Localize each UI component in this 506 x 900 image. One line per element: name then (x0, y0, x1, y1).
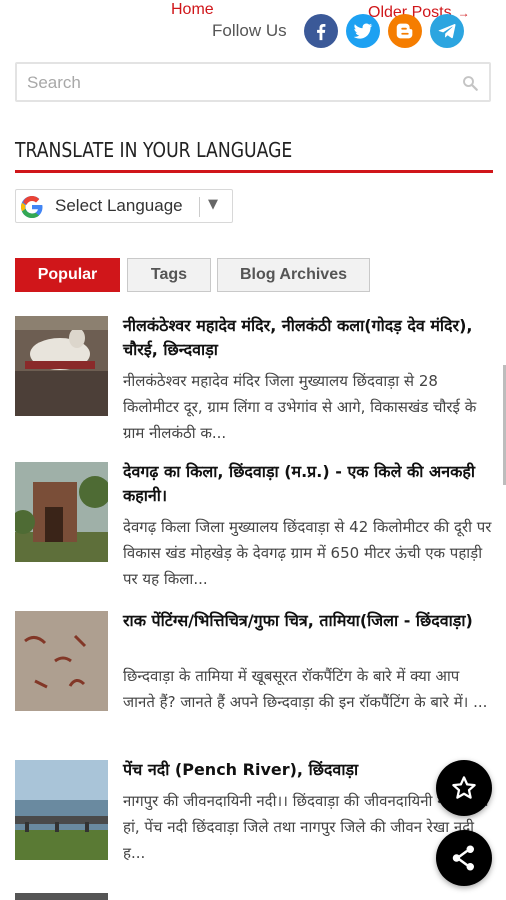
post-thumbnail[interactable] (15, 316, 108, 416)
facebook-icon[interactable] (304, 14, 338, 48)
tab-tags[interactable]: Tags (127, 258, 211, 292)
follow-us-label: Follow Us (212, 21, 287, 40)
select-language-label: Select Language (55, 196, 183, 215)
title-divider (15, 170, 493, 173)
tab-blog-archives[interactable]: Blog Archives (217, 258, 370, 292)
post-thumbnail[interactable] (15, 893, 108, 900)
share-button[interactable] (436, 830, 492, 886)
star-icon (452, 776, 476, 799)
post-thumbnail[interactable] (15, 611, 108, 711)
top-navigation: Home Older Posts → (0, 0, 506, 22)
post-thumbnail[interactable] (15, 462, 108, 562)
language-select[interactable]: Select Language ▼ (15, 189, 233, 223)
google-icon (21, 196, 43, 218)
chevron-down-icon: ▼ (208, 197, 218, 212)
translate-section-title: TRANSLATE IN YOUR LANGUAGE (15, 138, 293, 162)
post-title[interactable]: नीलकंठेश्वर महादेव मंदिर, नीलकंठी कला(गो… (123, 314, 493, 362)
search-box (15, 62, 491, 102)
post-title[interactable]: राक पेंटिंग्स/भित्तिचित्र/गुफा चित्र, ता… (123, 609, 493, 633)
arrow-right-icon: → (457, 6, 470, 20)
search-icon[interactable] (461, 74, 479, 92)
telegram-icon[interactable] (430, 14, 464, 48)
post-snippet: नीलकंठेश्वर महादेव मंदिर जिला मुख्यालय छ… (123, 372, 477, 442)
twitter-icon[interactable] (346, 14, 380, 48)
share-icon (452, 845, 474, 871)
tab-popular[interactable]: Popular (15, 258, 120, 292)
select-divider (199, 197, 200, 217)
favorite-button[interactable] (436, 760, 492, 816)
search-input[interactable] (25, 71, 449, 95)
post-snippet: देवगढ़ किला जिला मुख्यालय छिंदवाड़ा से 4… (123, 518, 492, 588)
post-thumbnail[interactable] (15, 760, 108, 860)
blogger-icon[interactable] (388, 14, 422, 48)
home-link[interactable]: Home (171, 1, 214, 19)
post-title[interactable]: देवगढ़ का किला, छिंदवाड़ा (म.प्र.) - एक … (123, 460, 493, 508)
post-snippet: छिन्दवाड़ा के तामिया में खूबसूरत रॉकपैंट… (123, 667, 488, 711)
